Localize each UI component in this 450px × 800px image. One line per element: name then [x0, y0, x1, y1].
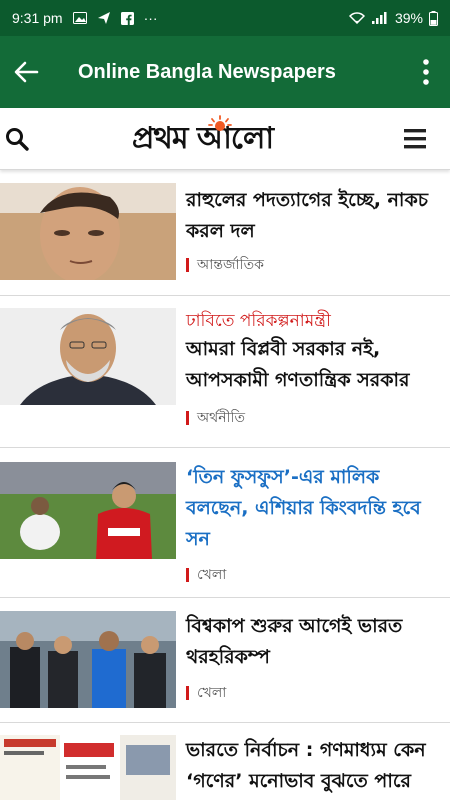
article-thumbnail[interactable] [0, 183, 176, 295]
article-category[interactable]: খেলা [186, 681, 440, 705]
article-item[interactable]: ভারতে নির্বাচন : গণমাধ্যম কেন ‘গণের’ মনো… [0, 723, 450, 800]
navigation-icon [97, 11, 111, 25]
logo-text: প্রথম আলো [132, 120, 274, 156]
wifi-icon [348, 12, 365, 24]
menu-icon[interactable] [402, 127, 430, 151]
category-label: অর্থনীতি [197, 410, 246, 426]
article-headline[interactable]: আমরা বিপ্লবী সরকার নই, আপসকামী গণতান্ত্র… [186, 334, 440, 396]
article-item[interactable]: বিশ্বকাপ শুরুর আগেই ভারত থরহরিকম্প খেলা [0, 598, 450, 723]
article-headline[interactable]: রাহুলের পদত্যাগের ইচ্ছে, নাকচ করল দল [186, 185, 440, 247]
article-category[interactable]: অর্থনীতি [186, 406, 440, 430]
news-feed: রাহুলের পদত্যাগের ইচ্ছে, নাকচ করল দল আন্… [0, 183, 450, 800]
article-headline[interactable]: ভারতে নির্বাচন : গণমাধ্যম কেন ‘গণের’ মনো… [186, 735, 440, 797]
category-label: খেলা [197, 685, 227, 701]
category-label: আন্তর্জাতিক [197, 257, 264, 273]
article-item[interactable]: রাহুলের পদত্যাগের ইচ্ছে, নাকচ করল দল আন্… [0, 183, 450, 296]
article-thumbnail[interactable] [0, 462, 176, 597]
category-label: খেলা [197, 567, 227, 583]
article-body: ঢাবিতে পরিকল্পনামন্ত্রী আমরা বিপ্লবী সরক… [176, 308, 450, 447]
search-icon[interactable] [4, 126, 30, 152]
article-thumbnail[interactable] [0, 611, 176, 722]
article-category[interactable]: খেলা [186, 563, 440, 587]
site-header: প্রথম আলো [0, 108, 450, 170]
facebook-icon [120, 11, 134, 25]
image-icon [72, 12, 87, 24]
status-time: 9:31 pm [12, 10, 63, 26]
article-headline[interactable]: ‘তিন ফুসফুস’-এর মালিক বলছেন, এশিয়ার কিং… [186, 462, 440, 555]
article-body: ‘তিন ফুসফুস’-এর মালিক বলছেন, এশিয়ার কিং… [176, 462, 450, 597]
status-bar: 9:31 pm ··· 39% [0, 0, 450, 36]
article-category[interactable]: আন্তর্জাতিক [186, 253, 440, 277]
battery-percent: 39% [394, 10, 423, 26]
back-arrow-icon[interactable] [4, 50, 48, 94]
article-body: ভারতে নির্বাচন : গণমাধ্যম কেন ‘গণের’ মনো… [176, 735, 450, 800]
article-item[interactable]: ‘তিন ফুসফুস’-এর মালিক বলছেন, এশিয়ার কিং… [0, 448, 450, 598]
category-marker [186, 686, 189, 700]
article-thumbnail[interactable] [0, 308, 176, 447]
status-overflow-dots: ··· [143, 10, 158, 26]
signal-icon [371, 12, 389, 24]
article-body: বিশ্বকাপ শুরুর আগেই ভারত থরহরিকম্প খেলা [176, 611, 450, 722]
article-headline[interactable]: বিশ্বকাপ শুরুর আগেই ভারত থরহরিকম্প [186, 611, 440, 673]
newspaper-logo[interactable]: প্রথম আলো [132, 114, 274, 162]
app-bar: Online Bangla Newspapers [0, 36, 450, 108]
category-marker [186, 411, 189, 425]
category-marker [186, 568, 189, 582]
article-kicker[interactable]: ঢাবিতে পরিকল্পনামন্ত্রী [186, 308, 440, 334]
article-item[interactable]: ঢাবিতে পরিকল্পনামন্ত্রী আমরা বিপ্লবী সরক… [0, 296, 450, 448]
category-marker [186, 258, 189, 272]
app-title: Online Bangla Newspapers [78, 60, 336, 83]
article-thumbnail[interactable] [0, 735, 176, 800]
article-body: রাহুলের পদত্যাগের ইচ্ছে, নাকচ করল দল আন্… [176, 183, 450, 295]
sun-icon [208, 114, 232, 136]
more-options-icon[interactable] [414, 50, 438, 94]
battery-icon [429, 10, 438, 26]
